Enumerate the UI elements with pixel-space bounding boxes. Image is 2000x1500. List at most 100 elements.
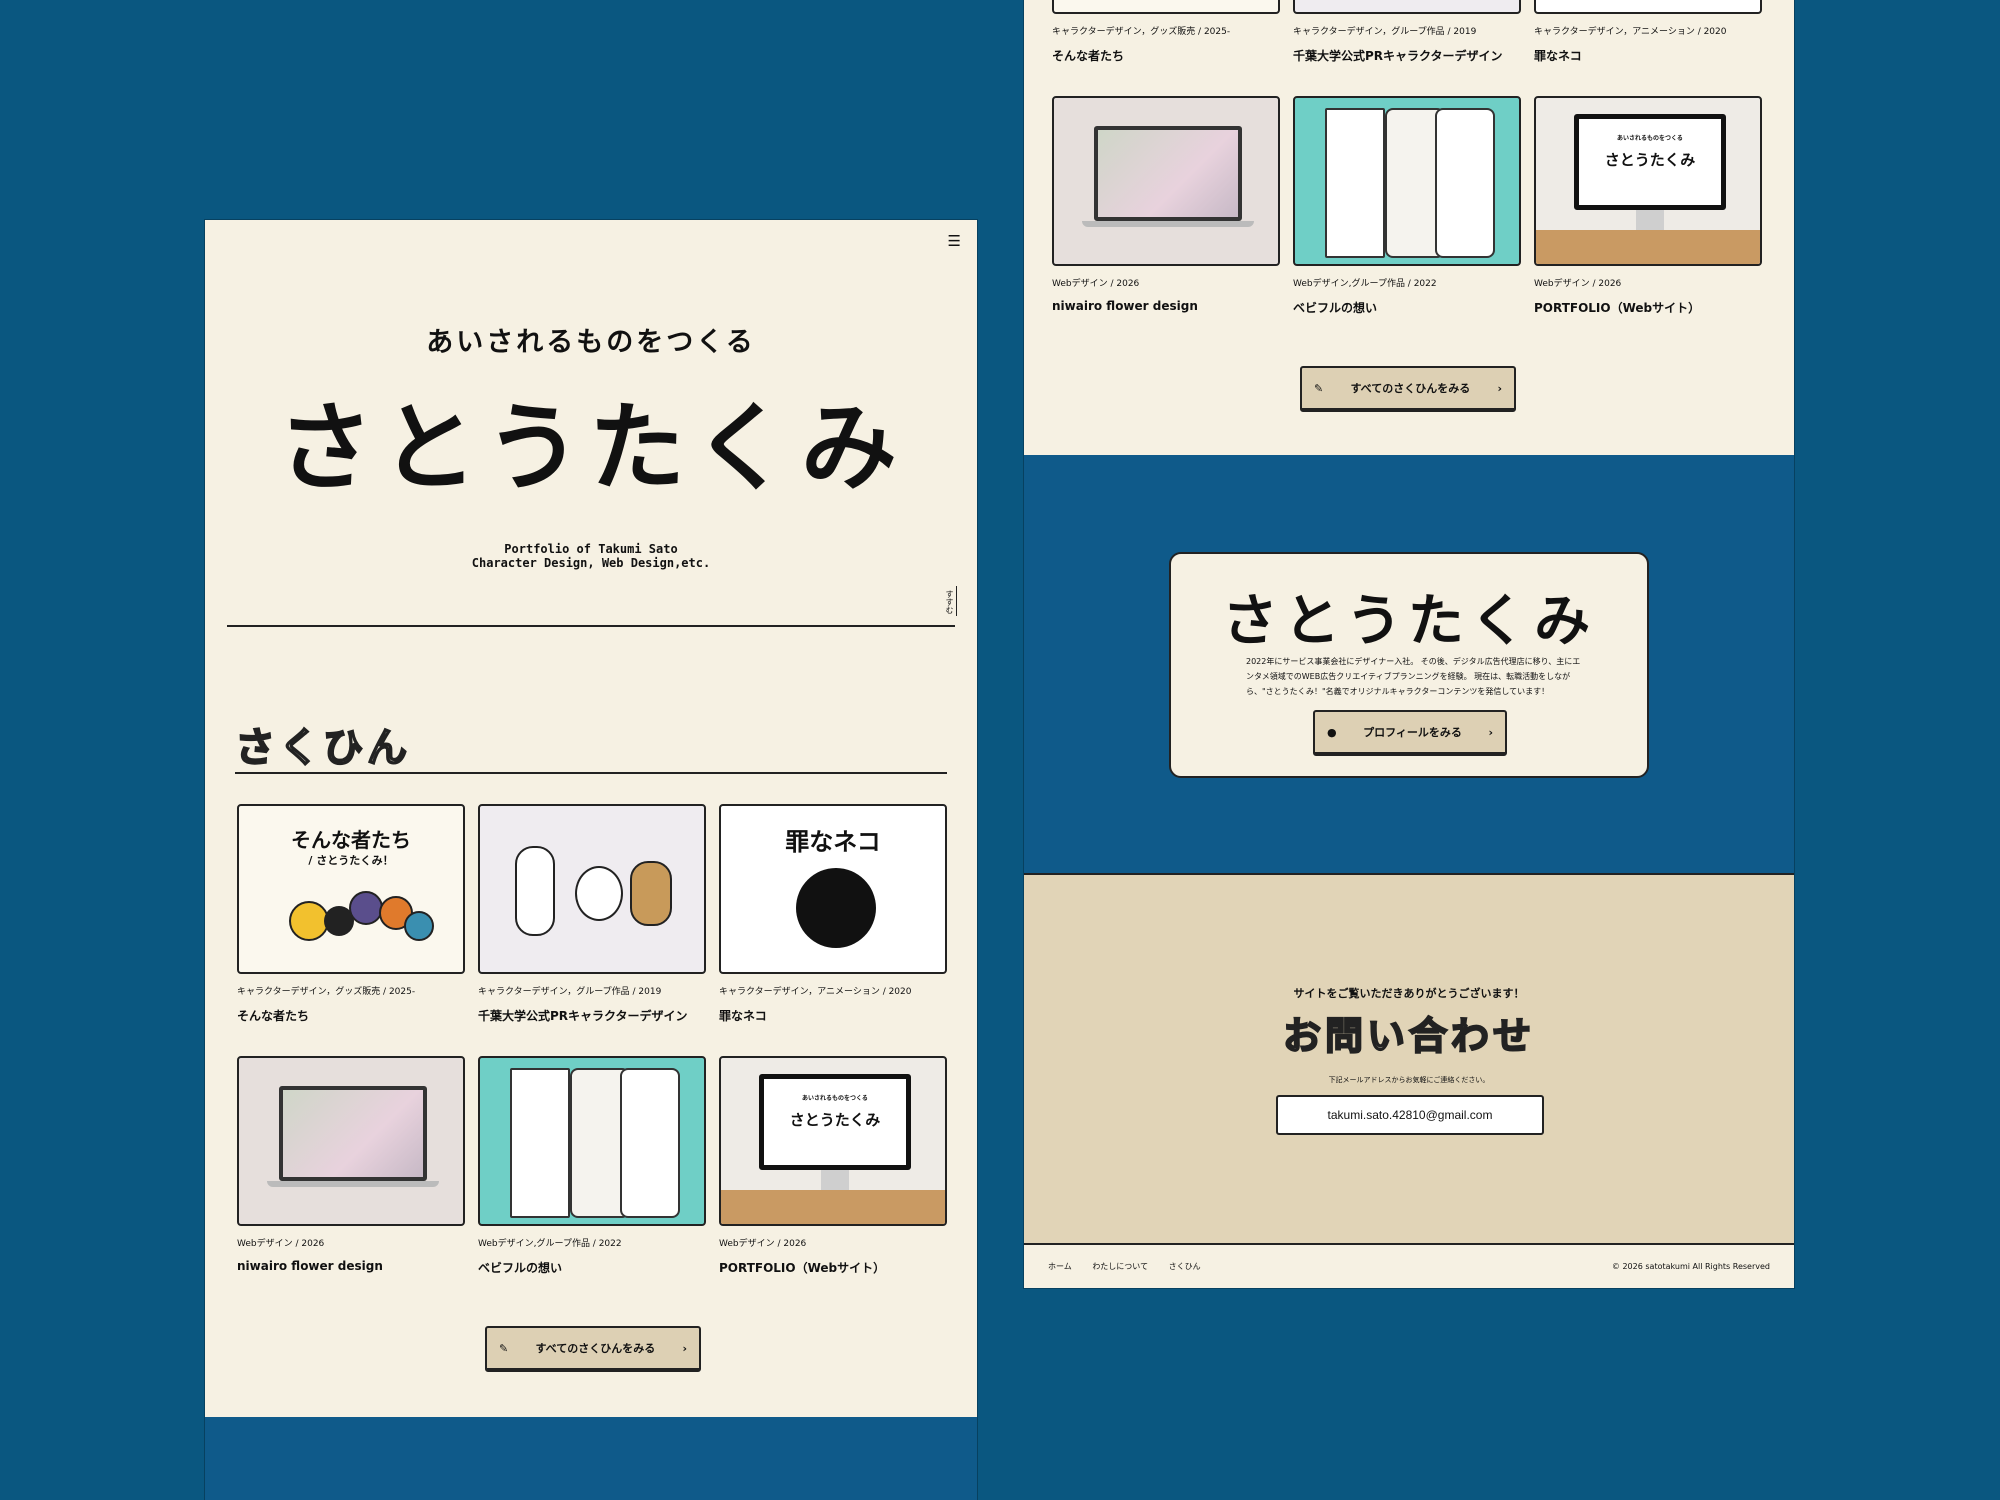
- work-thumbnail[interactable]: あいされるものをつくる さとうたくみ: [1534, 96, 1762, 266]
- hero-subtitle-line1: Portfolio of Takumi Sato: [504, 542, 678, 556]
- footer-link-about[interactable]: わたしについて: [1092, 1262, 1148, 1271]
- right-page-mockup: キャラクターデザイン，グッズ販売 / 2025- そんな者たち キャラクターデザ…: [1024, 0, 1794, 1288]
- thumb-subtitle: あいされるものをつくる: [802, 1095, 868, 1102]
- work-thumbnail[interactable]: [478, 1056, 706, 1226]
- phone-mockup-icon: [620, 1068, 680, 1218]
- works-grid: そんな者たち / さとうたくみ！ キャラクターデザイン，グッズ販売 / 2025…: [237, 804, 947, 1031]
- site-footer: ホーム わたしについて さくひん © 2026 satotakumi All R…: [1024, 1245, 1794, 1288]
- work-title[interactable]: 千葉大学公式PRキャラクターデザイン: [478, 1007, 706, 1031]
- thumb-subtitle: / さとうたくみ！: [308, 854, 394, 867]
- work-thumbnail[interactable]: そんな者たち / さとうたくみ！: [237, 804, 465, 974]
- work-card[interactable]: キャラクターデザイン，グループ作品 / 2019 千葉大学公式PRキャラクターデ…: [478, 804, 706, 1031]
- work-meta: Webデザイン,グループ作品 / 2022: [478, 1239, 622, 1249]
- work-thumbnail[interactable]: [237, 1056, 465, 1226]
- profile-button[interactable]: ● プロフィールをみる ›: [1313, 710, 1507, 756]
- work-thumbnail[interactable]: [1293, 0, 1521, 14]
- thumb-title: 罪なネコ: [785, 828, 881, 856]
- work-meta: Webデザイン / 2026: [1534, 279, 1622, 289]
- work-meta: Webデザイン,グループ作品 / 2022: [1293, 279, 1437, 289]
- chevron-right-icon: ›: [682, 1341, 687, 1355]
- work-card[interactable]: キャラクターデザイン，グッズ販売 / 2025- そんな者たち: [1052, 0, 1280, 71]
- owl-character-icon: [630, 861, 672, 926]
- work-card[interactable]: Webデザイン,グループ作品 / 2022 ベビフルの想い: [1293, 96, 1521, 323]
- work-card[interactable]: キャラクターデザイン，アニメーション / 2020 罪なネコ: [1534, 0, 1762, 71]
- footer-link-home[interactable]: ホーム: [1048, 1262, 1072, 1271]
- all-works-button-label: すべてのさくひんをみる: [535, 1342, 656, 1355]
- work-card[interactable]: そんな者たち / さとうたくみ！ キャラクターデザイン，グッズ販売 / 2025…: [237, 804, 465, 1031]
- work-thumbnail[interactable]: あいされるものをつくる さとうたくみ: [719, 1056, 947, 1226]
- work-title[interactable]: 千葉大学公式PRキャラクターデザイン: [1293, 47, 1521, 71]
- work-meta: キャラクターデザイン，アニメーション / 2020: [1534, 27, 1727, 37]
- pencil-icon: ✎: [1314, 381, 1324, 395]
- work-title[interactable]: 罪なネコ: [1534, 47, 1762, 71]
- hero-name: さとうたくみ: [277, 392, 905, 504]
- work-card[interactable]: Webデザイン,グループ作品 / 2022 ベビフルの想い: [478, 1056, 706, 1283]
- work-title[interactable]: PORTFOLIO（Webサイト）: [719, 1259, 947, 1283]
- black-cat-icon: [796, 868, 876, 948]
- work-thumbnail[interactable]: [1534, 0, 1762, 14]
- work-card[interactable]: あいされるものをつくる さとうたくみ Webデザイン / 2026 PORTFO…: [719, 1056, 947, 1283]
- work-card[interactable]: あいされるものをつくる さとうたくみ Webデザイン / 2026 PORTFO…: [1534, 96, 1762, 323]
- all-works-button[interactable]: ✎ すべてのさくひんをみる ›: [1300, 366, 1516, 412]
- work-card[interactable]: Webデザイン / 2026 niwairo flower design: [1052, 96, 1280, 323]
- hero-subtitle: Portfolio of Takumi Sato Character Desig…: [205, 542, 977, 570]
- work-title[interactable]: 罪なネコ: [719, 1007, 947, 1031]
- hero-divider: [227, 625, 955, 627]
- work-thumbnail[interactable]: [1293, 96, 1521, 266]
- works-divider: [235, 772, 947, 774]
- desk: [721, 1190, 945, 1224]
- imac-stand: [1636, 210, 1664, 232]
- footer-link-works[interactable]: さくひん: [1169, 1262, 1201, 1271]
- work-title[interactable]: niwairo flower design: [237, 1259, 465, 1283]
- all-works-button-label: すべてのさくひんをみる: [1350, 382, 1471, 395]
- character-yellow-icon: [289, 901, 329, 941]
- person-icon: ●: [1327, 725, 1337, 739]
- imac-stand: [821, 1170, 849, 1192]
- work-title[interactable]: niwairo flower design: [1052, 299, 1280, 323]
- work-thumbnail[interactable]: [1052, 96, 1280, 266]
- work-thumbnail[interactable]: [1052, 0, 1280, 14]
- work-meta: Webデザイン / 2026: [719, 1239, 807, 1249]
- work-card[interactable]: Webデザイン / 2026 niwairo flower design: [237, 1056, 465, 1283]
- all-works-button[interactable]: ✎ すべてのさくひんをみる ›: [485, 1326, 701, 1372]
- scroll-label: すすむ: [945, 590, 954, 614]
- work-meta: Webデザイン / 2026: [237, 1239, 325, 1249]
- work-card[interactable]: 罪なネコ キャラクターデザイン，アニメーション / 2020 罪なネコ: [719, 804, 947, 1031]
- profile-card: さとうたくみ 2022年にサービス事業会社にデザイナー入社。 その後、デジタル広…: [1169, 552, 1649, 778]
- footer-nav: ホーム わたしについて さくひん: [1048, 1261, 1219, 1272]
- work-title[interactable]: そんな者たち: [1052, 47, 1280, 71]
- site-page-mockup: [510, 1068, 570, 1218]
- thanks-message: サイトをご覧いただきありがとうございます！: [1293, 987, 1525, 1000]
- imac-mockup-icon: あいされるものをつくる さとうたくみ: [759, 1074, 911, 1170]
- site-page-mockup: [1325, 108, 1385, 258]
- profile-name: さとうたくみ: [1221, 589, 1597, 654]
- hero-tagline: あいされるものをつくる: [426, 327, 756, 358]
- work-meta: キャラクターデザイン，グループ作品 / 2019: [1293, 27, 1477, 37]
- work-title[interactable]: ベビフルの想い: [478, 1259, 706, 1283]
- email-address[interactable]: takumi.sato.42810@gmail.com: [1276, 1095, 1544, 1135]
- hamburger-icon[interactable]: ☰: [948, 232, 961, 250]
- work-thumbnail[interactable]: 罪なネコ: [719, 804, 947, 974]
- work-title[interactable]: ベビフルの想い: [1293, 299, 1521, 323]
- work-title[interactable]: そんな者たち: [237, 1007, 465, 1031]
- works-grid: Webデザイン / 2026 niwairo flower design Web…: [237, 1056, 947, 1283]
- works-section-title: さくひん: [234, 724, 411, 772]
- chevron-right-icon: ›: [1488, 725, 1493, 739]
- profile-button-label: プロフィールをみる: [1363, 726, 1462, 739]
- work-meta: キャラクターデザイン，グッズ販売 / 2025-: [237, 987, 416, 997]
- work-title[interactable]: PORTFOLIO（Webサイト）: [1534, 299, 1762, 323]
- profile-description: 2022年にサービス事業会社にデザイナー入社。 その後、デジタル広告代理店に移り…: [1246, 657, 1581, 696]
- profile-section: さとうたくみ 2022年にサービス事業会社にデザイナー入社。 その後、デジタル広…: [1024, 455, 1794, 873]
- works-grid: キャラクターデザイン，グッズ販売 / 2025- そんな者たち キャラクターデザ…: [1052, 0, 1762, 71]
- contact-section: サイトをご覧いただきありがとうございます！ お問い合わせ 下記メールアドレスから…: [1024, 873, 1794, 1245]
- laptop-base: [267, 1181, 439, 1187]
- laptop-mockup-icon: [279, 1086, 427, 1181]
- laptop-base: [1082, 221, 1254, 227]
- laptop-mockup-icon: [1094, 126, 1242, 221]
- work-card[interactable]: キャラクターデザイン，グループ作品 / 2019 千葉大学公式PRキャラクターデ…: [1293, 0, 1521, 71]
- hero-subtitle-line2: Character Design, Web Design,etc.: [471, 556, 711, 570]
- work-thumbnail[interactable]: [478, 804, 706, 974]
- work-meta: キャラクターデザイン，アニメーション / 2020: [719, 987, 912, 997]
- chevron-right-icon: ›: [1497, 381, 1502, 395]
- work-meta: キャラクターデザイン，グッズ販売 / 2025-: [1052, 27, 1231, 37]
